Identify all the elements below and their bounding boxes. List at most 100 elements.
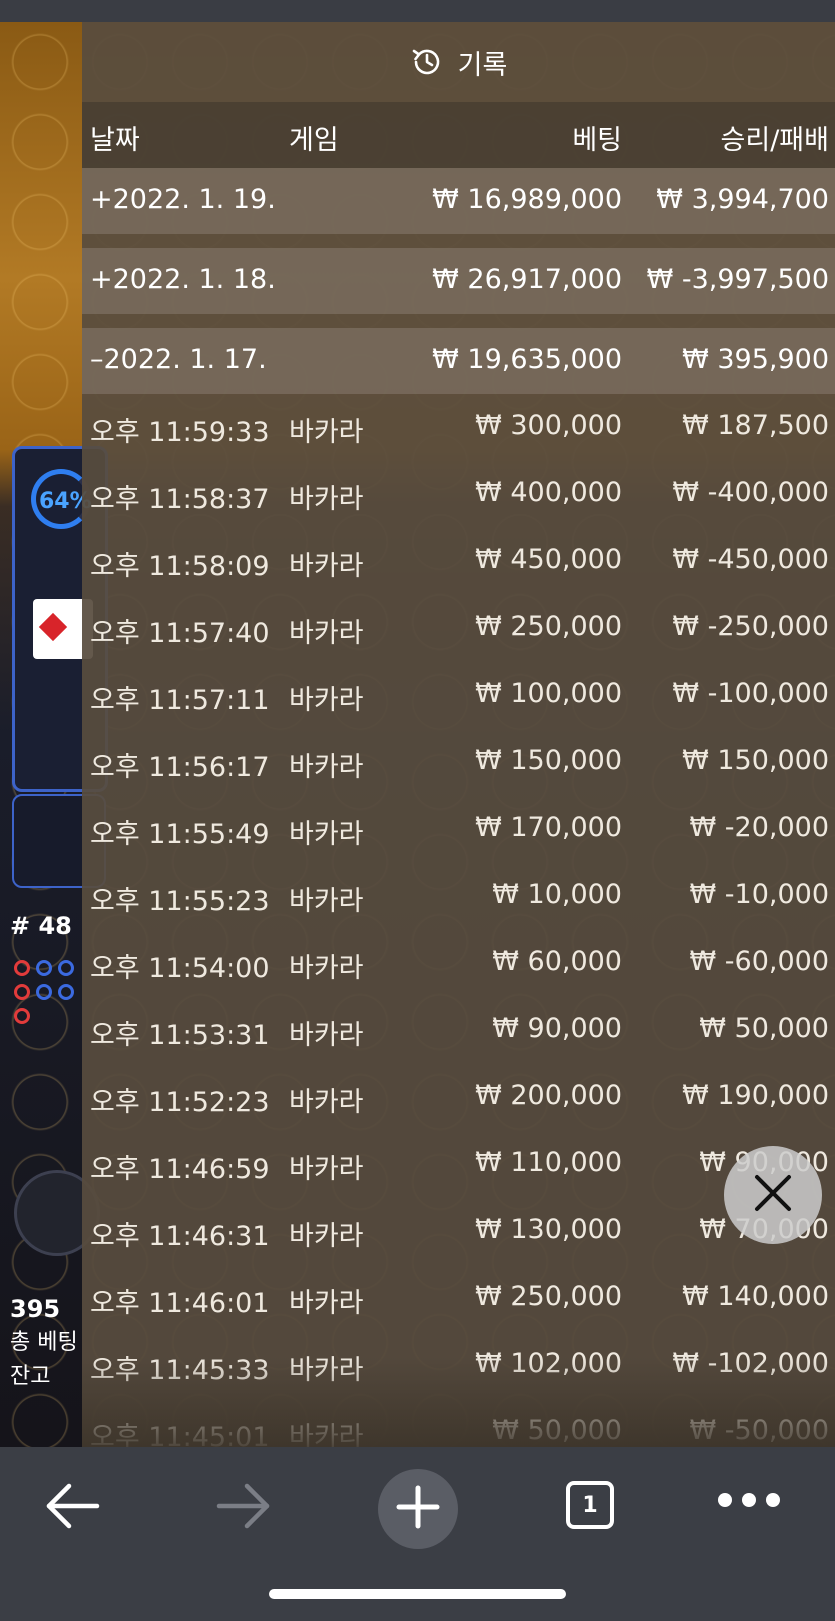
row-time: 오후 11:46:31 <box>90 1221 270 1252</box>
more-icon <box>718 1493 732 1507</box>
day-date: +2022. 1. 18. <box>90 264 276 295</box>
column-winloss: 승리/패배 <box>720 125 829 156</box>
row-winloss: ₩ -450,000 <box>672 544 829 575</box>
row-bet: ₩ 250,000 <box>475 1281 622 1312</box>
day-bet: ₩ 16,989,000 <box>432 184 622 215</box>
row-time: 오후 11:46:59 <box>90 1154 270 1185</box>
row-game: 바카라 <box>289 1020 364 1051</box>
table-row: 오후 11:57:40 바카라 ₩ 250,000 ₩ -250,000 <box>82 596 835 663</box>
row-time: 오후 11:55:23 <box>90 886 270 917</box>
table-row: 오후 11:46:01 바카라 ₩ 250,000 ₩ 140,000 <box>82 1266 835 1333</box>
row-winloss: ₩ -20,000 <box>689 812 830 843</box>
row-bet: ₩ 400,000 <box>475 477 622 508</box>
row-game: 바카라 <box>289 953 364 984</box>
row-time: 오후 11:59:33 <box>90 417 270 448</box>
row-time: 오후 11:56:17 <box>90 752 270 783</box>
close-button[interactable] <box>724 1146 822 1244</box>
history-clock-icon <box>410 45 444 79</box>
day-winloss: ₩ -3,997,500 <box>646 264 829 295</box>
table-row: 오후 11:54:00 바카라 ₩ 60,000 ₩ -60,000 <box>82 931 835 998</box>
day-bet: ₩ 19,635,000 <box>432 344 622 375</box>
row-game: 바카라 <box>289 417 364 448</box>
balance-label: 잔고 <box>10 1364 51 1389</box>
row-bet: ₩ 300,000 <box>475 410 622 441</box>
row-winloss: ₩ 190,000 <box>682 1080 829 1111</box>
row-time: 오후 11:53:31 <box>90 1020 270 1051</box>
row-winloss: ₩ -60,000 <box>689 946 830 977</box>
row-bet: ₩ 50,000 <box>492 1415 622 1446</box>
row-winloss: ₩ -10,000 <box>689 879 830 910</box>
add-tab-icon <box>396 1485 440 1533</box>
row-bet: ₩ 100,000 <box>475 678 622 709</box>
day-row[interactable]: +2022. 1. 19. ₩ 16,989,000 ₩ 3,994,700 <box>82 168 835 234</box>
history-panel: 기록 날짜 게임 베팅 승리/패배 +2022. 1. 19. ₩ 16,989… <box>82 22 835 1447</box>
row-time: 오후 11:57:40 <box>90 618 270 649</box>
history-title: 기록 <box>457 49 508 81</box>
day-bet: ₩ 26,917,000 <box>432 264 622 295</box>
back-arrow-icon <box>43 1481 103 1535</box>
row-bet: ₩ 130,000 <box>475 1214 622 1245</box>
table-row: 오후 11:53:31 바카라 ₩ 90,000 ₩ 50,000 <box>82 998 835 1065</box>
row-bet: ₩ 102,000 <box>475 1348 622 1379</box>
row-bet: ₩ 110,000 <box>475 1147 622 1178</box>
row-game: 바카라 <box>289 551 364 582</box>
row-game: 바카라 <box>289 685 364 716</box>
row-game: 바카라 <box>289 752 364 783</box>
table-row: 오후 11:56:17 바카라 ₩ 150,000 ₩ 150,000 <box>82 730 835 797</box>
more-button[interactable] <box>718 1493 780 1509</box>
forward-button[interactable] <box>208 1473 278 1543</box>
row-bet: ₩ 90,000 <box>492 1013 622 1044</box>
history-header: 기록 <box>82 22 835 102</box>
row-time: 오후 11:55:49 <box>90 819 270 850</box>
row-winloss: ₩ 150,000 <box>682 745 829 776</box>
close-icon <box>753 1173 793 1217</box>
row-bet: ₩ 170,000 <box>475 812 622 843</box>
table-row: 오후 11:57:11 바카라 ₩ 100,000 ₩ -100,000 <box>82 663 835 730</box>
table-row: 오후 11:52:23 바카라 ₩ 200,000 ₩ 190,000 <box>82 1065 835 1132</box>
row-winloss: ₩ 187,500 <box>682 410 829 441</box>
column-game: 게임 <box>289 125 339 156</box>
day-winloss: ₩ 395,900 <box>682 344 829 375</box>
forward-arrow-icon <box>213 1481 273 1535</box>
table-row: 오후 11:55:49 바카라 ₩ 170,000 ₩ -20,000 <box>82 797 835 864</box>
row-game: 바카라 <box>289 1087 364 1118</box>
row-winloss: ₩ -400,000 <box>672 477 829 508</box>
row-time: 오후 11:45:01 <box>90 1422 270 1447</box>
row-bet: ₩ 150,000 <box>475 745 622 776</box>
table-row: 오후 11:58:09 바카라 ₩ 450,000 ₩ -450,000 <box>82 529 835 596</box>
row-winloss: ₩ -250,000 <box>672 611 829 642</box>
table-row: 오후 11:46:31 바카라 ₩ 130,000 ₩ 70,000 <box>82 1199 835 1266</box>
row-time: 오후 11:54:00 <box>90 953 270 984</box>
row-bet: ₩ 450,000 <box>475 544 622 575</box>
row-game: 바카라 <box>289 618 364 649</box>
back-button[interactable] <box>38 1473 108 1543</box>
day-winloss: ₩ 3,994,700 <box>656 184 829 215</box>
table-row: 오후 11:59:33 바카라 ₩ 300,000 ₩ 187,500 <box>82 395 835 462</box>
row-time: 오후 11:46:01 <box>90 1288 270 1319</box>
row-winloss: ₩ 50,000 <box>699 1013 829 1044</box>
row-time: 오후 11:52:23 <box>90 1087 270 1118</box>
home-indicator[interactable] <box>269 1589 566 1599</box>
row-game: 바카라 <box>289 886 364 917</box>
column-headers: 날짜 게임 베팅 승리/패배 <box>82 102 835 168</box>
row-bet: ₩ 60,000 <box>492 946 622 977</box>
row-bet: ₩ 250,000 <box>475 611 622 642</box>
row-winloss: ₩ -102,000 <box>672 1348 829 1379</box>
status-bar <box>0 0 835 22</box>
row-game: 바카라 <box>289 1154 364 1185</box>
row-game: 바카라 <box>289 1221 364 1252</box>
day-row[interactable]: +2022. 1. 18. ₩ 26,917,000 ₩ -3,997,500 <box>82 248 835 314</box>
row-bet: ₩ 200,000 <box>475 1080 622 1111</box>
column-date: 날짜 <box>90 125 140 156</box>
row-game: 바카라 <box>289 819 364 850</box>
row-winloss: ₩ -50,000 <box>689 1415 830 1446</box>
row-game: 바카라 <box>289 484 364 515</box>
day-row[interactable]: –2022. 1. 17. ₩ 19,635,000 ₩ 395,900 <box>82 328 835 394</box>
table-row: 오후 11:58:37 바카라 ₩ 400,000 ₩ -400,000 <box>82 462 835 529</box>
day-date: –2022. 1. 17. <box>90 344 267 375</box>
tabs-button[interactable]: 1 <box>566 1481 614 1529</box>
total-bet-label: 총 베팅 <box>10 1330 78 1355</box>
row-game: 바카라 <box>289 1288 364 1319</box>
new-tab-button[interactable] <box>378 1469 458 1549</box>
more-icon <box>742 1493 756 1507</box>
